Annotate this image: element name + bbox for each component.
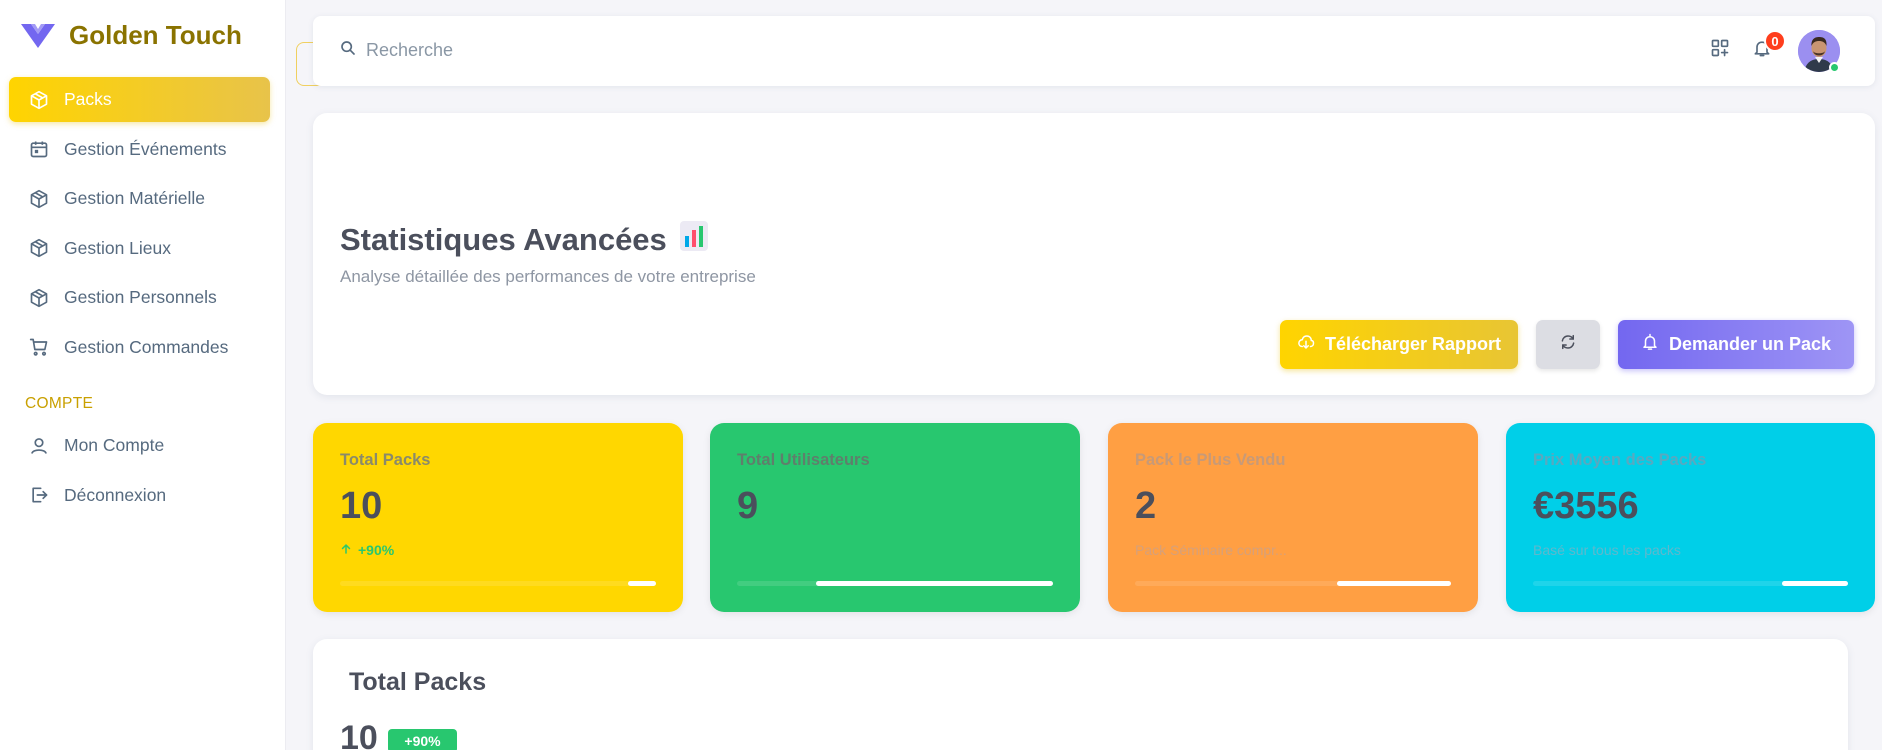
account-nav: Mon Compte Déconnexion [9, 423, 270, 522]
request-pack-button[interactable]: Demander un Pack [1618, 320, 1854, 369]
request-pack-label: Demander un Pack [1668, 334, 1832, 354]
stat-progress-track [340, 581, 656, 586]
sidebar-item-gestion-evenements[interactable]: Gestion Événements [9, 127, 270, 172]
brand[interactable]: Golden Touch [19, 18, 242, 52]
stat-card-total-packs: Total Packs 10 +90% [313, 423, 683, 612]
card-title: Total Packs [349, 668, 487, 696]
sidebar-item-label: Gestion Lieux [64, 237, 172, 258]
bell-ring-icon [1641, 332, 1659, 357]
logo-icon [19, 20, 57, 50]
notification-badge: 0 [1764, 30, 1786, 52]
stat-label: Total Utilisateurs [737, 451, 870, 469]
stat-card-prix-moyen: Prix Moyen des Packs €3556 Basé sur tous… [1506, 423, 1875, 612]
stat-label: Prix Moyen des Packs [1533, 451, 1707, 469]
card-value: 10 [340, 719, 378, 750]
stat-value: €3556 [1533, 485, 1639, 527]
stat-card-total-utilisateurs: Total Utilisateurs 9 [710, 423, 1080, 612]
sidebar-item-gestion-personnels[interactable]: Gestion Personnels [9, 275, 270, 320]
stat-progress-fill [816, 581, 1053, 586]
sidebar-item-label: Gestion Événements [64, 138, 227, 159]
stat-trend: +90% [340, 542, 394, 558]
sidebar-nav: Packs Gestion Événements Gestion Matérie… [9, 77, 270, 374]
sidebar-item-label: Déconnexion [64, 484, 167, 505]
stat-card-pack-plus-vendu: Pack le Plus Vendu 2 Pack Séminaire comp… [1108, 423, 1478, 612]
stat-progress-fill [1337, 581, 1451, 586]
stat-progress-track [1135, 581, 1451, 586]
brand-name: Golden Touch [69, 19, 242, 50]
stat-progress-fill [627, 581, 656, 586]
stat-progress-track [1533, 581, 1848, 586]
logout-icon [28, 484, 50, 506]
sidebar-item-packs[interactable]: Packs [9, 77, 270, 122]
top-navbar [313, 16, 1875, 86]
total-packs-card: Total Packs 10 +90% [313, 639, 1848, 750]
grid-add-icon[interactable] [1709, 37, 1731, 59]
sidebar-item-gestion-lieux[interactable]: Gestion Lieux [9, 226, 270, 271]
download-report-button[interactable]: Télécharger Rapport [1280, 320, 1518, 369]
stat-value: 2 [1135, 485, 1157, 527]
stat-label: Pack le Plus Vendu [1135, 451, 1286, 469]
online-status-dot [1829, 62, 1840, 73]
stat-sub: Pack Séminaire compr... [1135, 542, 1287, 558]
cube-icon [28, 188, 50, 210]
cart-icon [28, 336, 50, 358]
stat-progress-fill [1781, 581, 1848, 586]
sidebar-item-label: Mon Compte [64, 435, 165, 455]
sidebar-item-label: Gestion Commandes [64, 336, 229, 357]
section-title-compte: COMPTE [25, 395, 94, 412]
sidebar-item-label: Gestion Matérielle [64, 188, 206, 208]
search-icon [340, 40, 356, 61]
refresh-icon [1559, 333, 1577, 356]
stats-header-card: Statistiques Avancées Analyse détaillée … [313, 113, 1875, 395]
cloud-download-icon [1297, 333, 1315, 356]
cube-icon [28, 237, 50, 259]
page-subtitle: Analyse détaillée des performances de vo… [340, 267, 756, 286]
cube-icon [28, 89, 50, 111]
trend-badge: +90% [388, 729, 457, 750]
sidebar-item-label: Gestion Personnels [64, 287, 217, 307]
stat-value: 9 [737, 485, 759, 527]
stat-sub: Basé sur tous les packs [1533, 542, 1681, 558]
stat-value: 10 [340, 485, 383, 527]
page-title: Statistiques Avancées [340, 220, 709, 260]
stat-label: Total Packs [340, 451, 431, 469]
download-report-label: Télécharger Rapport [1324, 334, 1502, 354]
sidebar-item-label: Packs [64, 89, 112, 109]
search-box [340, 40, 766, 61]
stat-trend-value: +90% [358, 542, 395, 558]
bar-chart-icon [679, 220, 709, 260]
sidebar-item-deconnexion[interactable]: Déconnexion [9, 473, 270, 518]
sidebar-item-mon-compte[interactable]: Mon Compte [9, 423, 270, 468]
calendar-icon [28, 138, 50, 160]
sidebar-item-gestion-commandes[interactable]: Gestion Commandes [9, 325, 270, 370]
refresh-button[interactable] [1536, 320, 1600, 369]
arrow-up-icon [340, 542, 352, 558]
search-input[interactable] [366, 40, 766, 61]
user-icon [28, 435, 50, 457]
cube-icon [28, 287, 50, 309]
sidebar: Golden Touch Packs Gestion Événements Ge… [0, 0, 286, 750]
page-title-text: Statistiques Avancées [340, 222, 667, 257]
sidebar-item-gestion-materielle[interactable]: Gestion Matérielle [9, 176, 270, 221]
stat-progress-track [737, 581, 1053, 586]
